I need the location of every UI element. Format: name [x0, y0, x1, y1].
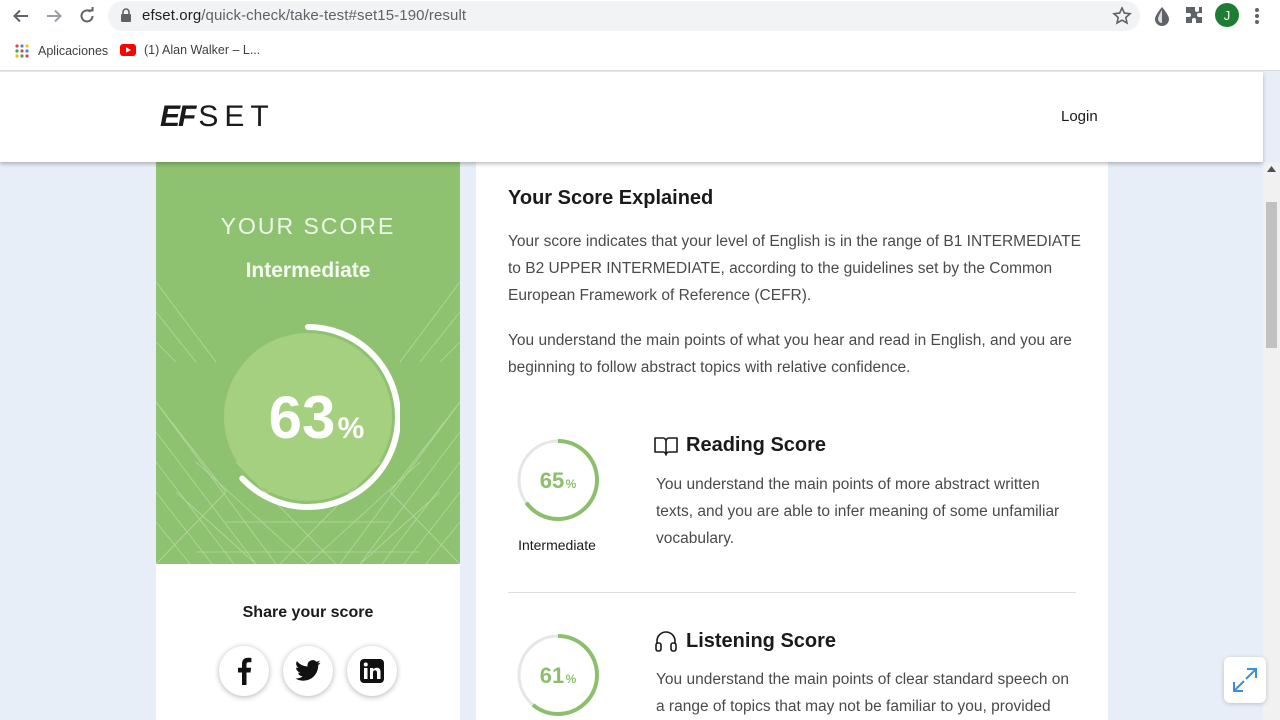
score-card: YOUR SCORE Intermediate 63 %	[156, 162, 460, 564]
reading-description: You understand the main points of more a…	[656, 476, 1060, 547]
scroll-up-arrow-icon[interactable]	[1267, 166, 1276, 172]
content-panel: Your Score Explained Your score indicate…	[476, 162, 1108, 720]
youtube-icon	[120, 44, 136, 56]
share-facebook-button[interactable]	[219, 646, 269, 696]
reading-score-ring: 65 %	[517, 439, 599, 521]
back-arrow-icon	[13, 9, 28, 23]
listening-description: You understand the main points of clear …	[656, 671, 1070, 715]
explained-heading: Your Score Explained	[508, 187, 714, 209]
url-path: /quick-check/take-test#set15-190/result	[201, 7, 467, 24]
reading-score-value: 65	[540, 468, 564, 493]
site-header: EF SET Login	[0, 72, 1263, 162]
open-book-icon	[654, 436, 678, 456]
scroll-thumb[interactable]	[1266, 202, 1277, 348]
listening-score-value: 61	[540, 663, 564, 688]
bookmark-star-icon[interactable]	[1112, 6, 1132, 26]
reading-heading: Reading Score	[686, 434, 827, 456]
score-level: Intermediate	[245, 259, 371, 282]
login-link[interactable]: Login	[1061, 108, 1098, 125]
expand-arrows-icon	[1233, 668, 1257, 692]
logo-set: SET	[198, 100, 275, 133]
reload-button[interactable]	[75, 4, 99, 28]
share-label: Share your score	[242, 604, 374, 621]
bookmark-label: (1) Alan Walker – L...	[144, 43, 261, 57]
reading-percent-sign: %	[566, 477, 577, 491]
expand-button[interactable]	[1224, 657, 1266, 703]
page-scrollbar[interactable]	[1263, 162, 1280, 720]
listening-heading-row: Listening Score	[654, 629, 836, 653]
headphones-icon	[655, 631, 677, 652]
listening-heading: Listening Score	[686, 629, 837, 652]
share-twitter-button[interactable]	[283, 646, 333, 696]
forward-arrow-icon	[47, 9, 62, 23]
facebook-icon	[238, 657, 252, 685]
listening-score-ring: 61 %	[517, 634, 599, 716]
linkedin-icon	[360, 659, 384, 683]
bookmark-apps[interactable]: Aplicaciones	[14, 43, 108, 59]
extension-drop-icon[interactable]	[1152, 5, 1172, 27]
forward-button[interactable]	[42, 4, 66, 28]
score-percent-sign: %	[338, 412, 365, 445]
explained-paragraph-1: Your score indicates that your level of …	[508, 233, 1081, 304]
share-linkedin-button[interactable]	[347, 646, 397, 696]
score-panel: YOUR SCORE Intermediate 63 % Share your …	[156, 162, 460, 720]
bookmark-youtube[interactable]: (1) Alan Walker – L...	[120, 43, 260, 57]
divider	[508, 592, 1076, 593]
score-value: 63	[269, 384, 336, 451]
reading-level: Intermediate	[518, 537, 596, 553]
back-button[interactable]	[9, 4, 33, 28]
browser-toolbar: efset.org/quick-check/take-test#set15-19…	[0, 0, 1280, 33]
url-text: efset.org/quick-check/take-test#set15-19…	[142, 7, 466, 24]
listening-percent-sign: %	[566, 672, 577, 686]
bookmark-label: Aplicaciones	[38, 44, 109, 58]
twitter-icon	[295, 660, 321, 681]
extensions-puzzle-icon[interactable]	[1184, 5, 1204, 25]
bookmarks-bar: Aplicaciones (1) Alan Walker – L...	[0, 33, 1280, 71]
address-bar[interactable]: efset.org/quick-check/take-test#set15-19…	[108, 1, 1140, 31]
logo-ef: EF	[160, 100, 196, 133]
score-ring: 63 %	[216, 324, 400, 510]
profile-avatar[interactable]: J	[1215, 3, 1239, 27]
reading-heading-row: Reading Score	[654, 434, 826, 457]
score-title: YOUR SCORE	[220, 213, 396, 239]
lock-icon	[121, 8, 131, 22]
url-host: efset.org	[142, 7, 202, 24]
reload-icon	[80, 7, 94, 23]
more-menu-icon[interactable]	[1250, 6, 1264, 26]
apps-grid-icon	[15, 44, 29, 58]
explained-paragraph-2: You understand the main points of what y…	[508, 332, 1072, 376]
efset-logo[interactable]: EF SET	[160, 100, 275, 134]
